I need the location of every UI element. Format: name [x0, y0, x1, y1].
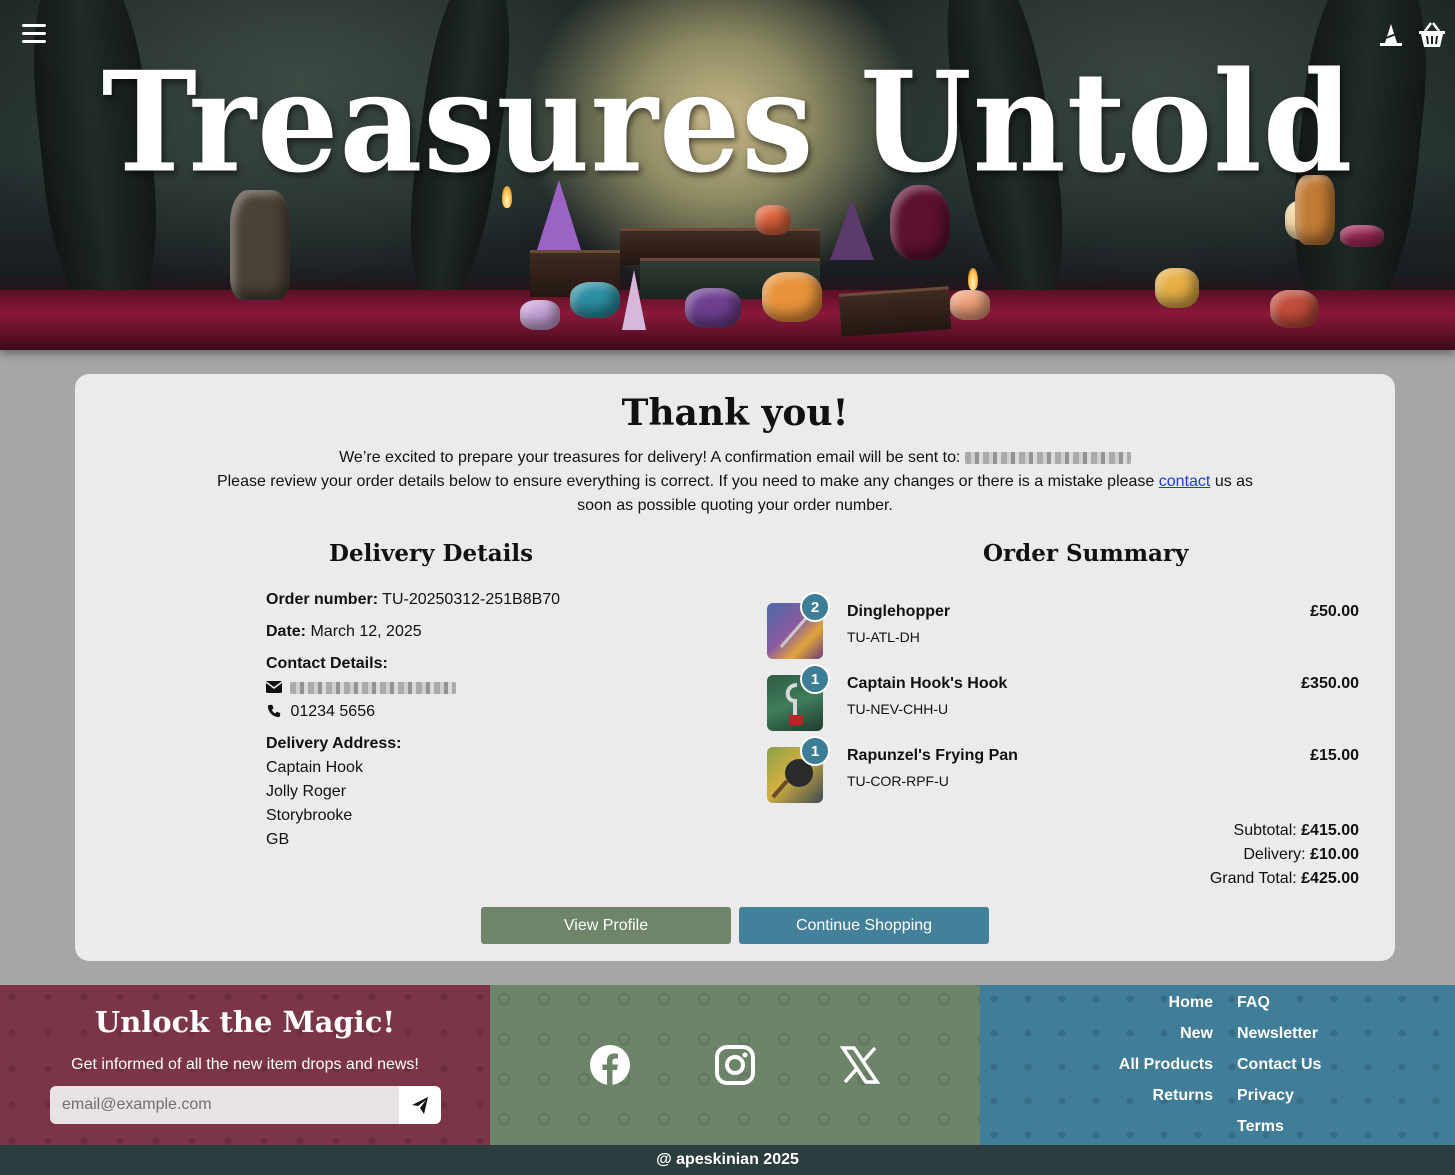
delivery-row: Delivery: £10.00: [1210, 843, 1359, 867]
footer-link-returns[interactable]: Returns: [1119, 1086, 1213, 1117]
delivery-label: Delivery:: [1243, 846, 1306, 863]
site-title: Treasures Untold: [101, 42, 1354, 204]
continue-shopping-button[interactable]: Continue Shopping: [739, 907, 989, 944]
footer-link-newsletter[interactable]: Newsletter: [1237, 1024, 1321, 1055]
newsletter-form: [50, 1086, 441, 1124]
product-sku: TU-ATL-DH: [847, 629, 920, 645]
facebook-icon[interactable]: [589, 1044, 631, 1086]
subtotal-label: Subtotal:: [1233, 822, 1297, 839]
contact-link[interactable]: contact: [1159, 473, 1211, 490]
grand-total-label: Grand Total:: [1209, 870, 1297, 887]
date-row: Date: March 12, 2025: [266, 620, 686, 644]
hero-candle-flame: [968, 268, 978, 290]
product-price: £15.00: [1310, 747, 1359, 764]
hero-gem: [1270, 290, 1318, 328]
footer-link-all-products[interactable]: All Products: [1119, 1055, 1213, 1086]
product-sku: TU-COR-RPF-U: [847, 773, 949, 789]
quantity-badge: 1: [800, 664, 830, 694]
address-line: Jolly Roger: [266, 783, 347, 800]
order-summary: 2 Dinglehopper TU-ATL-DH £50.00 1 Captai…: [767, 592, 1359, 887]
redacted-contact-email: [290, 681, 457, 694]
order-number-label: Order number:: [266, 591, 379, 608]
order-number-row: Order number: TU-20250312-251B8B70: [266, 588, 686, 612]
footer-links-section: Home New All Products Returns FAQ Newsle…: [980, 985, 1455, 1145]
product-price: £350.00: [1301, 675, 1359, 692]
footer-link-home[interactable]: Home: [1119, 993, 1213, 1024]
footer-links-right: FAQ Newsletter Contact Us Privacy Terms: [1237, 993, 1321, 1148]
confirmation-line-1: We’re excited to prepare your treasures …: [339, 449, 961, 466]
order-item: 2 Dinglehopper TU-ATL-DH £50.00: [767, 592, 1359, 672]
confirmation-line-2: Please review your order details below t…: [216, 473, 1155, 490]
hamburger-menu-icon[interactable]: [22, 24, 46, 46]
redacted-email: [964, 451, 1131, 464]
order-date: March 12, 2025: [310, 623, 422, 640]
hero-teapot: [230, 190, 290, 300]
delivery-address-label: Delivery Address:: [266, 735, 402, 752]
subtotal-row: Subtotal: £415.00: [1210, 819, 1359, 843]
confirmation-message: We’re excited to prepare your treasures …: [215, 446, 1255, 518]
newsletter-subtitle: Get informed of all the new item drops a…: [71, 1056, 419, 1073]
newsletter-email-input[interactable]: [50, 1086, 399, 1124]
quantity-badge: 1: [800, 736, 830, 766]
hero-gem: [570, 282, 620, 318]
view-profile-button[interactable]: View Profile: [481, 907, 731, 944]
hero-gem: [1155, 268, 1199, 308]
hero-gem: [520, 300, 560, 330]
grand-total-value: £425.00: [1301, 870, 1359, 887]
newsletter-title: Unlock the Magic!: [94, 1005, 396, 1039]
hero-crystal: [622, 270, 646, 330]
footer-links-left: Home New All Products Returns: [1119, 993, 1213, 1117]
envelope-icon: [266, 681, 282, 693]
address-line: Captain Hook: [266, 759, 363, 776]
hero-book: [838, 286, 952, 337]
contact-details-label: Contact Details:: [266, 655, 388, 672]
hero-gem: [755, 205, 791, 235]
hero-crystal: [830, 200, 874, 260]
date-label: Date:: [266, 623, 307, 640]
subtotal-value: £415.00: [1301, 822, 1359, 839]
quantity-badge: 2: [800, 592, 830, 622]
contact-phone: 01234 5656: [290, 703, 375, 720]
product-name[interactable]: Captain Hook's Hook: [847, 675, 1007, 693]
delivery-address: Delivery Address: Captain Hook Jolly Rog…: [266, 732, 686, 852]
phone-icon: [267, 704, 281, 718]
wizard-hat-icon[interactable]: [1376, 20, 1406, 50]
order-item: 1 Captain Hook's Hook TU-NEV-CHH-U £350.…: [767, 664, 1359, 744]
order-totals: Subtotal: £415.00 Delivery: £10.00 Grand…: [1210, 819, 1359, 891]
footer-link-privacy[interactable]: Privacy: [1237, 1086, 1321, 1117]
footer-link-terms[interactable]: Terms: [1237, 1117, 1321, 1148]
hero-gem: [685, 288, 741, 328]
x-icon[interactable]: [839, 1044, 881, 1086]
order-summary-heading: Order Summary: [983, 540, 1189, 567]
delivery-details-heading: Delivery Details: [329, 540, 534, 567]
order-item: 1 Rapunzel's Frying Pan TU-COR-RPF-U £15…: [767, 736, 1359, 816]
order-confirmation-card: Thank you! We’re excited to prepare your…: [75, 374, 1395, 961]
footer-link-new[interactable]: New: [1119, 1024, 1213, 1055]
newsletter-submit-button[interactable]: [399, 1086, 441, 1124]
paper-plane-icon: [412, 1097, 428, 1114]
newsletter-section: Unlock the Magic! Get informed of all th…: [0, 985, 490, 1145]
hero-gem: [762, 272, 822, 322]
delivery-value: £10.00: [1310, 846, 1359, 863]
contact-details: Contact Details: 01234 5656: [266, 652, 686, 724]
hero-banner: Treasures Untold: [0, 0, 1455, 350]
product-price: £50.00: [1310, 603, 1359, 620]
basket-icon[interactable]: [1417, 20, 1447, 50]
footer-link-contact-us[interactable]: Contact Us: [1237, 1055, 1321, 1086]
product-name[interactable]: Rapunzel's Frying Pan: [847, 747, 1018, 765]
instagram-icon[interactable]: [714, 1044, 756, 1086]
social-section: [490, 985, 980, 1145]
grand-total-row: Grand Total: £425.00: [1210, 867, 1359, 891]
order-number: TU-20250312-251B8B70: [382, 591, 561, 608]
delivery-details: Order number: TU-20250312-251B8B70 Date:…: [266, 588, 686, 860]
hero-gem: [1340, 225, 1384, 247]
footer-link-faq[interactable]: FAQ: [1237, 993, 1321, 1024]
product-sku: TU-NEV-CHH-U: [847, 701, 949, 717]
page-title: Thank you!: [621, 392, 849, 434]
address-line: GB: [266, 831, 290, 848]
hero-gem: [950, 290, 990, 320]
product-name[interactable]: Dinglehopper: [847, 603, 950, 621]
copyright-bar: @ apeskinian 2025: [0, 1145, 1455, 1175]
address-line: Storybrooke: [266, 807, 353, 824]
